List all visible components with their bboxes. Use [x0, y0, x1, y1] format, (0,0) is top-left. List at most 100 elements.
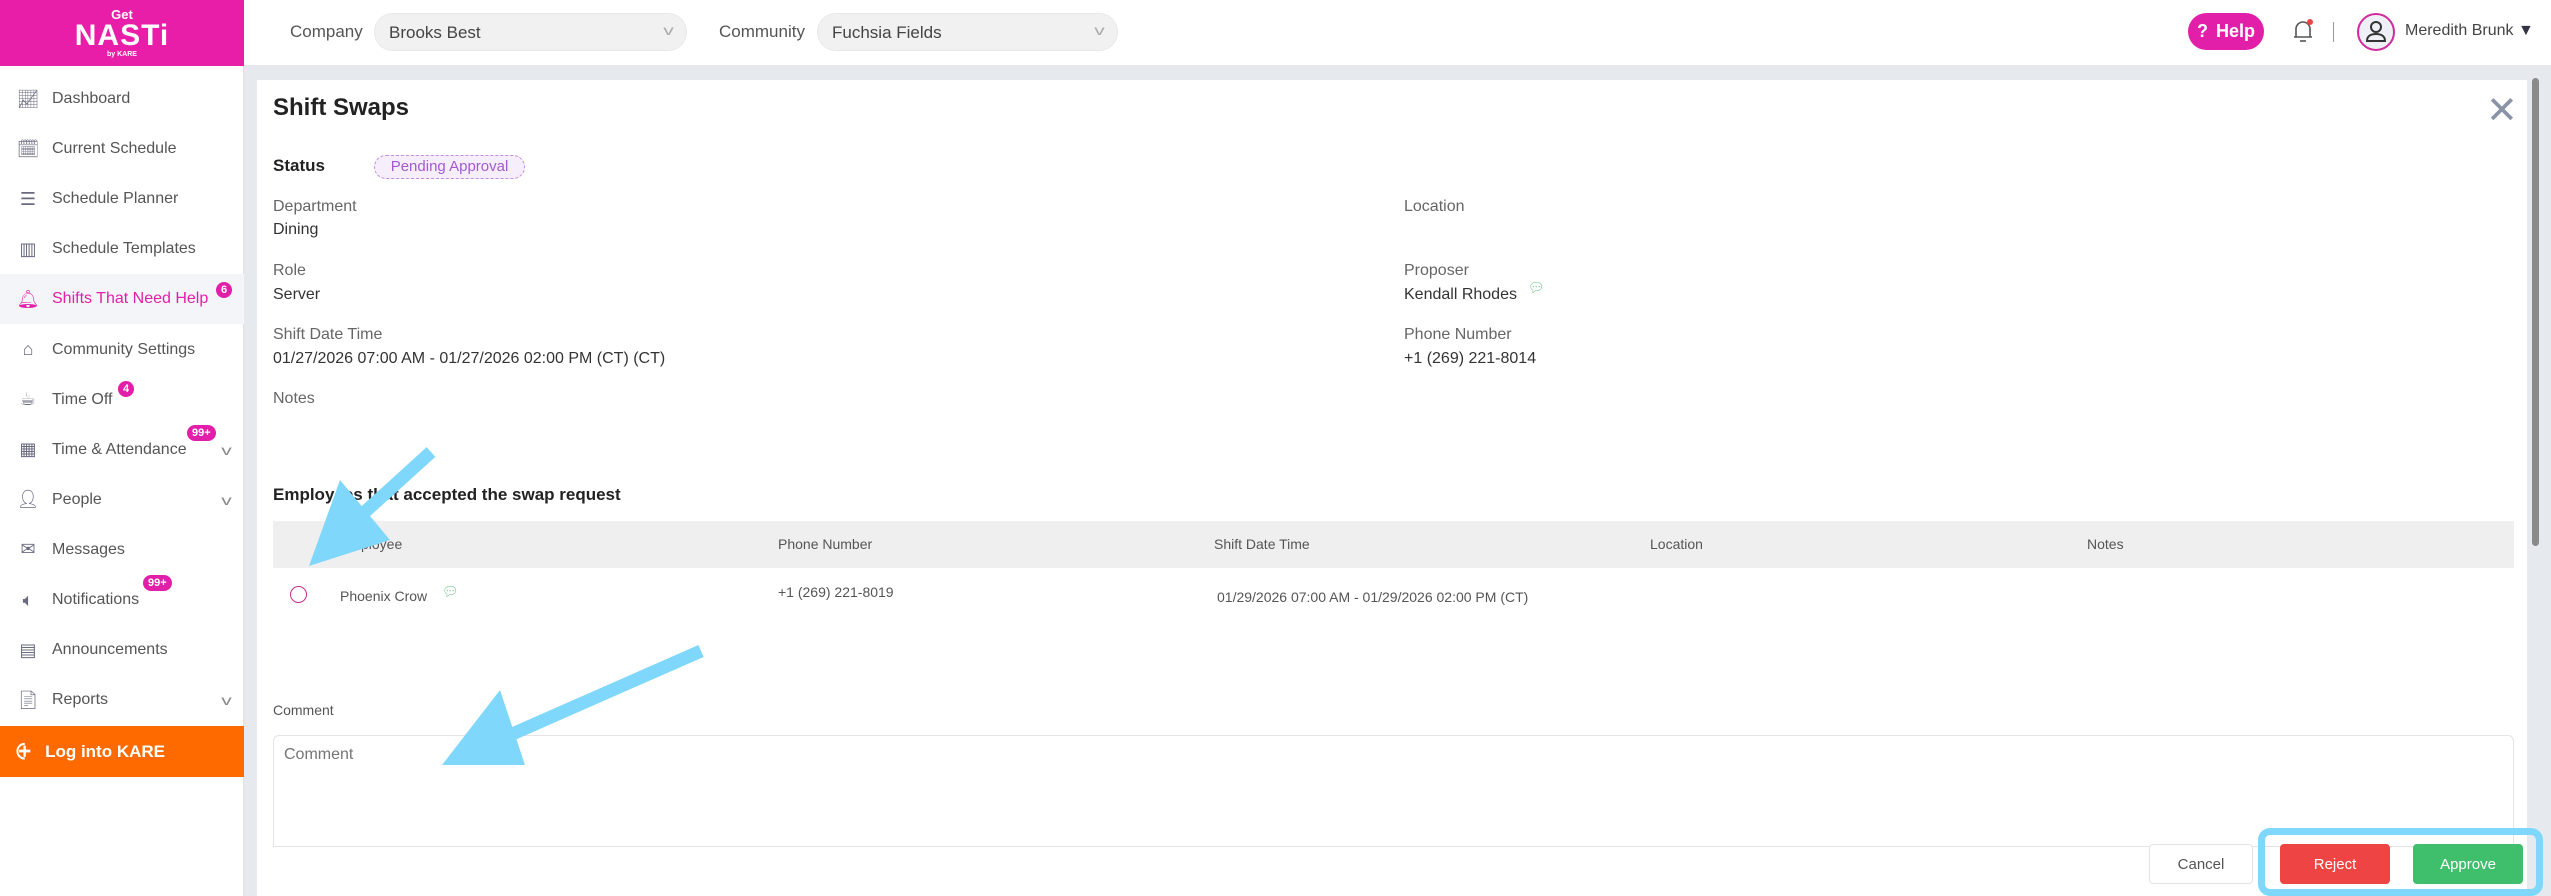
top-header: Get NASTi by KARE Company Brooks Best v Com…	[0, 0, 2551, 66]
sidebar-item-label: Announcements	[52, 641, 168, 659]
location-label: Location	[1404, 198, 1465, 215]
company-label: Company	[290, 22, 363, 41]
home-gear-icon: ⌂	[22, 339, 34, 359]
chat-icon[interactable]: 💬︎	[1528, 280, 1545, 296]
sidebar-item-current-schedule[interactable]: 🗓︎ Current Schedule	[0, 124, 244, 174]
count-badge: 99+	[187, 424, 216, 441]
table-header: Employee Phone Number Shift Date Time Lo…	[273, 521, 2514, 568]
sidebar-item-label: Current Schedule	[52, 140, 177, 158]
sidebar-item-schedule-templates[interactable]: ▥ Schedule Templates	[0, 224, 244, 274]
count-badge: 99+	[143, 575, 172, 591]
sidebar-item-reports[interactable]: 📄︎ Reports v	[0, 675, 244, 725]
proposer-label: Proposer	[1404, 262, 1469, 279]
section-title: Employees that accepted the swap request	[273, 485, 621, 504]
sidebar-item-label: Schedule Templates	[52, 240, 196, 258]
column-location: Location	[1650, 536, 1703, 552]
help-label: Help	[2215, 21, 2255, 41]
layout-icon: ▥	[19, 238, 37, 259]
notification-bell-icon[interactable]	[2292, 18, 2314, 49]
kare-label: Log into KARE	[45, 741, 165, 761]
community-label: Community	[719, 22, 805, 41]
shift-date-time-label: Shift Date Time	[273, 326, 383, 343]
logo[interactable]: Get NASTi by KARE	[0, 0, 244, 66]
phone-label: Phone Number	[1404, 326, 1512, 343]
user-name: Meredith Brunk	[2405, 22, 2514, 39]
sidebar-item-dashboard[interactable]: 📈︎ Dashboard	[0, 74, 244, 124]
coffee-icon: ☕︎	[19, 389, 37, 410]
sidebar-item-notifications[interactable]: 🔈︎ Notifications 99+	[0, 575, 244, 625]
chevron-down-icon: v	[663, 22, 674, 38]
company-value: Brooks Best	[389, 23, 481, 42]
shift-date-time-value: 01/27/2026 07:00 AM - 01/27/2026 02:00 P…	[273, 350, 666, 367]
role-value: Server	[273, 286, 321, 303]
community-value: Fuchsia Fields	[832, 23, 942, 42]
sidebar-item-label: Reports	[52, 691, 109, 709]
envelope-icon: ✉	[20, 539, 36, 560]
notes-label: Notes	[273, 390, 315, 407]
caret-down-icon: ▼	[2517, 22, 2534, 39]
column-employee: Employee	[340, 536, 403, 552]
log-into-kare-button[interactable]: ⨭ Log into KARE	[0, 726, 244, 777]
sidebar-item-label: Notifications	[52, 591, 140, 608]
sidebar-item-shifts-that-need-help[interactable]: 🔔︎ Shifts That Need Help 6	[0, 274, 244, 325]
proposer-value: Kendall Rhodes	[1404, 286, 1517, 303]
sidebar-item-people[interactable]: 👤︎ People v	[0, 475, 244, 525]
company-select[interactable]: Brooks Best v	[374, 13, 687, 51]
kare-login-icon: ⨭	[16, 738, 32, 764]
employee-shift: 01/29/2026 07:00 AM - 01/29/2026 02:00 P…	[1217, 589, 1529, 605]
sidebar-item-label: Time & Attendance	[52, 440, 187, 458]
column-notes: Notes	[2087, 536, 2124, 552]
count-badge: 6	[216, 282, 233, 299]
sidebar-item-label: Messages	[52, 540, 125, 558]
sidebar-item-label: Shifts That Need Help	[52, 290, 209, 308]
sidebar-item-time-off[interactable]: ☕︎ Time Off 4	[0, 375, 244, 425]
sidebar-item-community-settings[interactable]: ⌂ Community Settings	[0, 325, 244, 375]
cancel-button[interactable]: Cancel	[2149, 844, 2253, 884]
sidebar-item-label: Schedule Planner	[52, 190, 179, 208]
sidebar-item-messages[interactable]: ✉ Messages	[0, 525, 244, 575]
person-add-icon: 👤︎	[16, 489, 40, 510]
employee-name: Phoenix Crow	[340, 588, 428, 604]
status-badge: Pending Approval	[374, 155, 525, 179]
chevron-down-icon[interactable]: v	[221, 692, 232, 708]
chevron-down-icon[interactable]: v	[221, 492, 232, 508]
sidebar-item-label: Community Settings	[52, 340, 196, 358]
scrollbar[interactable]	[2532, 78, 2539, 546]
annotation-highlight-box	[2258, 828, 2543, 896]
sidebar-item-schedule-planner[interactable]: ☰ Schedule Planner	[0, 174, 244, 224]
comment-input[interactable]	[273, 735, 2514, 847]
sliders-icon: ☰	[19, 188, 37, 209]
sidebar-item-label: Dashboard	[52, 90, 131, 107]
chevron-down-icon: v	[1094, 22, 1105, 38]
select-employee-radio[interactable]	[290, 586, 307, 603]
column-phone: Phone Number	[778, 536, 873, 552]
sidebar-item-time-attendance[interactable]: ▦ Time & Attendance 99+ v	[0, 424, 244, 475]
chevron-down-icon[interactable]: v	[221, 442, 232, 458]
report-icon: 📄︎	[16, 689, 40, 710]
phone-value: +1 (269) 221-8014	[1404, 350, 1537, 367]
help-button[interactable]: ? Help	[2188, 13, 2264, 50]
avatar[interactable]	[2357, 13, 2395, 51]
chart-line-icon: 📈︎	[16, 88, 40, 109]
user-menu[interactable]: Meredith Brunk ▼	[2405, 22, 2534, 40]
sidebar-item-label: People	[52, 490, 102, 508]
divider	[2333, 22, 2334, 42]
community-select[interactable]: Fuchsia Fields v	[817, 13, 1118, 51]
role-label: Role	[273, 262, 306, 279]
close-icon[interactable]: ✕	[2486, 88, 2518, 133]
employee-phone: +1 (269) 221-8019	[778, 584, 894, 600]
count-badge: 4	[118, 380, 135, 397]
department-label: Department	[273, 198, 357, 215]
status-label: Status	[273, 156, 325, 175]
comment-label: Comment	[273, 702, 334, 718]
sidebar-item-announcements[interactable]: ▤ Announcements	[0, 625, 244, 675]
question-icon: ?	[2196, 21, 2208, 41]
speaker-icon: 🔈︎	[22, 589, 34, 610]
chat-icon[interactable]: 💬︎	[442, 584, 459, 600]
announcement-board-icon: ▤	[19, 639, 37, 660]
timesheet-icon: ▦	[19, 439, 37, 460]
page-title: Shift Swaps	[273, 94, 410, 121]
calendar-check-icon: 🗓︎	[16, 138, 40, 159]
column-shift: Shift Date Time	[1214, 536, 1310, 552]
department-value: Dining	[273, 221, 319, 238]
